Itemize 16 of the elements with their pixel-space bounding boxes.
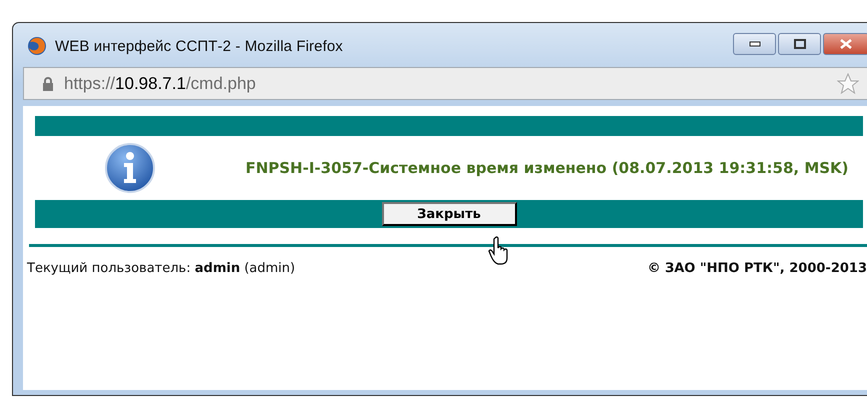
minimize-button[interactable] (733, 33, 776, 55)
copyright-text: © ЗАО "НПО РТК", 2000-2013 (647, 261, 867, 276)
info-icon (104, 142, 156, 194)
status-message: FNPSH-I-3057-Системное время изменено (08.07.2013 19:31:58, MSK) (244, 158, 850, 178)
close-button[interactable]: Закрыть (382, 202, 516, 226)
close-icon (839, 39, 853, 49)
lock-icon (42, 76, 54, 90)
bookmark-star-icon[interactable] (837, 73, 859, 94)
maximize-button[interactable] (778, 33, 821, 55)
close-button[interactable] (823, 33, 867, 55)
browser-logo-icon (28, 37, 46, 55)
maximize-icon (794, 39, 806, 49)
current-user-text: Текущий пользователь: admin (admin) (27, 261, 296, 276)
minimize-icon (748, 41, 760, 47)
window-title: WEB интерфейс ССПТ-2 - Mozilla Firefox (55, 38, 344, 54)
address-field[interactable]: https://10.98.7.1/cmd.php (23, 67, 867, 100)
